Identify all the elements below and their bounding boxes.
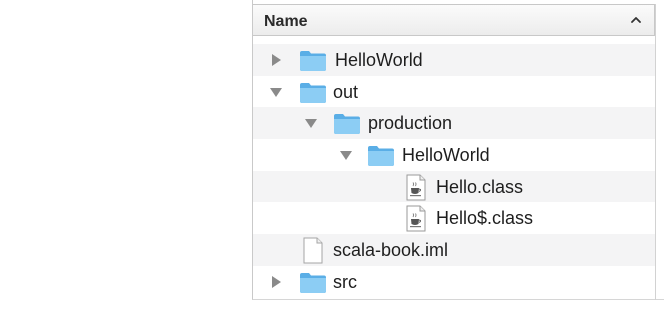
disclosure-triangle-down-icon[interactable] xyxy=(339,148,353,162)
list-item[interactable]: src xyxy=(253,266,655,298)
list-item-label: production xyxy=(368,113,453,134)
list-item-label: HelloWorld xyxy=(402,145,490,166)
java-class-file-icon xyxy=(406,174,426,201)
column-divider xyxy=(655,4,656,300)
disclosure-triangle-right-icon[interactable] xyxy=(269,275,283,289)
list-item[interactable]: scala-book.iml xyxy=(253,234,655,266)
java-class-file-icon xyxy=(406,205,426,232)
folder-icon xyxy=(300,51,326,71)
list-item-label: scala-book.iml xyxy=(333,240,449,261)
list-item-label: Hello$.class xyxy=(436,208,534,229)
list-item[interactable]: Hello$.class xyxy=(253,202,655,234)
disclosure-triangle-down-icon[interactable] xyxy=(269,85,283,99)
disclosure-triangle-down-icon[interactable] xyxy=(304,116,318,130)
file-tree: HelloWorld out production HelloWorld Hel… xyxy=(253,44,655,298)
list-item-label: Hello.class xyxy=(436,176,524,197)
list-item[interactable]: Hello.class xyxy=(253,170,655,203)
name-column-title: Name xyxy=(264,13,308,30)
finder-list-view: Name HelloWorld out production HelloWorl… xyxy=(252,0,664,300)
list-item-label: HelloWorld xyxy=(335,50,423,70)
folder-icon xyxy=(334,114,360,135)
list-item[interactable]: production xyxy=(253,107,655,140)
list-item[interactable]: out xyxy=(253,76,655,108)
list-item-label: src xyxy=(333,271,357,292)
list-item[interactable]: HelloWorld xyxy=(253,139,655,171)
disclosure-triangle-right-icon[interactable] xyxy=(269,53,283,67)
list-item[interactable]: HelloWorld xyxy=(253,44,655,76)
list-item-label: out xyxy=(333,81,359,102)
folder-icon xyxy=(300,272,326,293)
chevron-up-icon[interactable] xyxy=(630,13,642,27)
name-column-header[interactable]: Name xyxy=(253,4,655,36)
page: Name HelloWorld out production HelloWorl… xyxy=(0,0,664,311)
folder-icon xyxy=(300,82,326,103)
document-icon xyxy=(303,237,323,264)
folder-icon xyxy=(368,146,394,167)
